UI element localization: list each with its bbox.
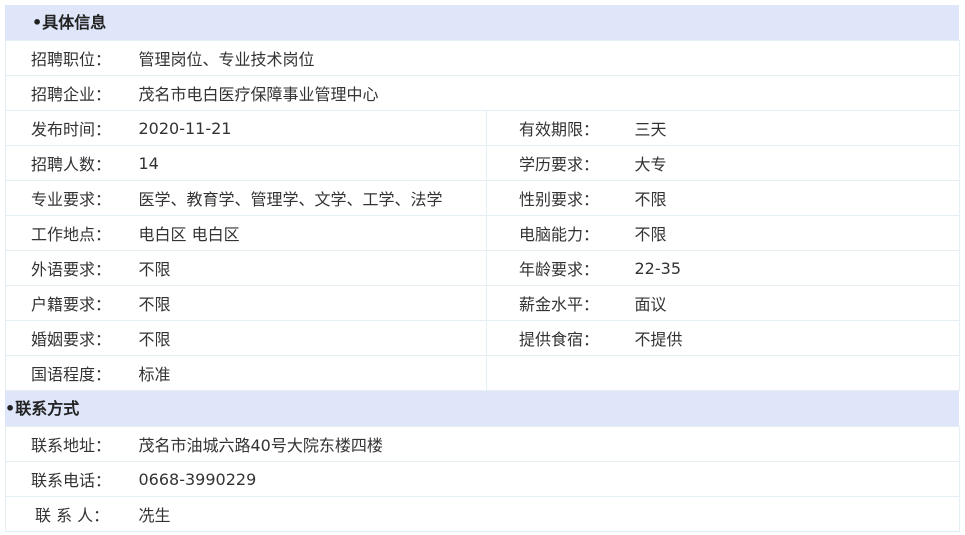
field-label: 电脑能力： <box>486 215 635 251</box>
table-row: 外语要求： 不限 年龄要求： 22-35 <box>5 250 961 286</box>
field-value: 不限 <box>138 320 487 356</box>
table-row: 招聘企业： 茂名市电白医疗保障事业管理中心 <box>5 75 961 111</box>
table-row: 发布时间： 2020-11-21 有效期限： 三天 <box>5 110 961 146</box>
table-row: 国语程度： 标准 <box>5 355 961 391</box>
field-label: 外语要求： <box>5 250 139 286</box>
field-value: 不限 <box>634 180 961 216</box>
table-row: 招聘职位： 管理岗位、专业技术岗位 <box>5 40 961 76</box>
contact-address: 茂名市油城六路40号大院东楼四楼 <box>138 426 960 462</box>
field-value: 2020-11-21 <box>138 110 487 146</box>
section-title-contact: •联系方式 <box>5 399 80 418</box>
field-value <box>634 355 961 391</box>
field-label: 性别要求： <box>486 180 635 216</box>
field-label: 工作地点： <box>5 215 139 251</box>
field-value: 三天 <box>634 110 961 146</box>
field-value: 标准 <box>138 355 487 391</box>
field-label: 专业要求： <box>5 180 139 216</box>
job-detail-panel: •具体信息 招聘职位： 管理岗位、专业技术岗位 招聘企业： 茂名市电白医疗保障事… <box>5 5 961 532</box>
contact-phone: 0668-3990229 <box>138 461 960 497</box>
field-label: 户籍要求： <box>5 285 139 321</box>
field-value: 管理岗位、专业技术岗位 <box>138 40 961 76</box>
table-row: 工作地点： 电白区 电白区 电脑能力： 不限 <box>5 215 961 251</box>
field-value: 面议 <box>634 285 961 321</box>
table-row: 户籍要求： 不限 薪金水平： 面议 <box>5 285 961 321</box>
field-label: 招聘企业： <box>5 75 139 111</box>
table-row: 专业要求： 医学、教育学、管理学、文学、工学、法学 性别要求： 不限 <box>5 180 961 216</box>
field-label: 招聘人数： <box>5 145 139 181</box>
section-header-contact: •联系方式 <box>5 391 959 426</box>
field-value: 14 <box>138 145 487 181</box>
field-label: 年龄要求： <box>486 250 635 286</box>
field-value: 大专 <box>634 145 961 181</box>
field-value: 不限 <box>138 250 487 286</box>
table-row: 联系地址： 茂名市油城六路40号大院东楼四楼 <box>5 426 960 462</box>
contact-table: 联系地址： 茂名市油城六路40号大院东楼四楼 联系电话： 0668-399022… <box>5 426 960 532</box>
field-value: 茂名市电白医疗保障事业管理中心 <box>138 75 961 111</box>
field-label: 联系地址： <box>5 426 139 462</box>
table-row: 招聘人数： 14 学历要求： 大专 <box>5 145 961 181</box>
field-label: 联系电话： <box>5 461 139 497</box>
field-label: 提供食宿： <box>486 320 635 356</box>
field-label: 薪金水平： <box>486 285 635 321</box>
field-label: 联 系 人： <box>5 496 139 532</box>
field-label: 有效期限： <box>486 110 635 146</box>
field-label: 学历要求： <box>486 145 635 181</box>
field-label: 发布时间： <box>5 110 139 146</box>
field-label: 婚姻要求： <box>5 320 139 356</box>
section-header-details: •具体信息 <box>5 5 959 40</box>
details-table: 招聘职位： 管理岗位、专业技术岗位 招聘企业： 茂名市电白医疗保障事业管理中心 … <box>5 40 961 391</box>
field-label: 招聘职位： <box>5 40 139 76</box>
table-row: 联系电话： 0668-3990229 <box>5 461 960 497</box>
section-title-details: •具体信息 <box>32 13 107 32</box>
table-row: 联 系 人： 冼生 <box>5 496 960 532</box>
field-value: 不限 <box>634 215 961 251</box>
contact-person: 冼生 <box>138 496 960 532</box>
field-value: 医学、教育学、管理学、文学、工学、法学 <box>138 180 487 216</box>
field-value: 不提供 <box>634 320 961 356</box>
field-value: 22-35 <box>634 250 961 286</box>
field-label: 国语程度： <box>5 355 139 391</box>
field-value: 电白区 电白区 <box>138 215 487 251</box>
field-value: 不限 <box>138 285 487 321</box>
field-label <box>486 355 635 391</box>
table-row: 婚姻要求： 不限 提供食宿： 不提供 <box>5 320 961 356</box>
